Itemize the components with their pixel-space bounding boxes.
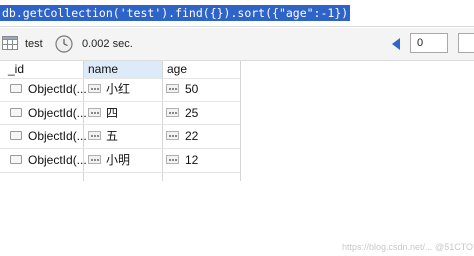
id-cell[interactable]: ObjectId(...: [28, 128, 87, 144]
age-cell[interactable]: 50: [185, 81, 198, 97]
row-divider: [0, 101, 240, 102]
grid-table-icon: [2, 36, 18, 50]
document-icon: [10, 84, 22, 93]
field-type-icon: [88, 155, 101, 164]
row-divider: [0, 78, 240, 79]
id-cell[interactable]: ObjectId(...: [28, 152, 87, 168]
name-cell[interactable]: 小红: [106, 81, 130, 97]
column-header-id[interactable]: _id: [8, 61, 24, 78]
field-type-icon: [88, 108, 101, 117]
clock-icon: [55, 35, 73, 53]
row-divider: [0, 124, 240, 125]
previous-page-button[interactable]: [392, 38, 400, 50]
field-type-icon: [166, 155, 179, 164]
query-text[interactable]: db.getCollection('test').find({}).sort({…: [0, 5, 351, 21]
age-cell[interactable]: 25: [185, 105, 198, 121]
collection-name: test: [25, 38, 43, 50]
field-type-icon: [166, 131, 179, 140]
name-cell[interactable]: 小明: [106, 152, 130, 168]
id-cell[interactable]: ObjectId(...: [28, 105, 87, 121]
results-table: _id name age ObjectId(... 小红 50 ObjectId…: [0, 61, 474, 256]
id-cell[interactable]: ObjectId(...: [28, 81, 87, 97]
document-icon: [10, 155, 22, 164]
column-divider: [240, 61, 241, 181]
watermark: https://blog.csdn.net/... @51CTO博客: [342, 242, 474, 252]
document-icon: [10, 108, 22, 117]
field-type-icon: [88, 131, 101, 140]
field-type-icon: [166, 84, 179, 93]
query-editor[interactable]: db.getCollection('test').find({}).sort({…: [0, 0, 474, 27]
name-cell[interactable]: 四: [106, 105, 118, 121]
execution-time: 0.002 sec.: [82, 38, 133, 50]
column-divider: [162, 61, 163, 181]
name-cell[interactable]: 五: [106, 128, 118, 144]
age-cell[interactable]: 12: [185, 152, 198, 168]
field-type-icon: [88, 84, 101, 93]
result-toolbar: test 0.002 sec.: [0, 28, 474, 61]
row-divider: [0, 172, 240, 173]
column-header-age[interactable]: age: [167, 61, 187, 78]
age-cell[interactable]: 22: [185, 128, 198, 144]
skip-input[interactable]: [410, 33, 448, 53]
field-type-icon: [166, 108, 179, 117]
row-divider: [0, 148, 240, 149]
column-header-name[interactable]: name: [88, 61, 118, 78]
document-icon: [10, 131, 22, 140]
limit-input[interactable]: [458, 33, 474, 53]
